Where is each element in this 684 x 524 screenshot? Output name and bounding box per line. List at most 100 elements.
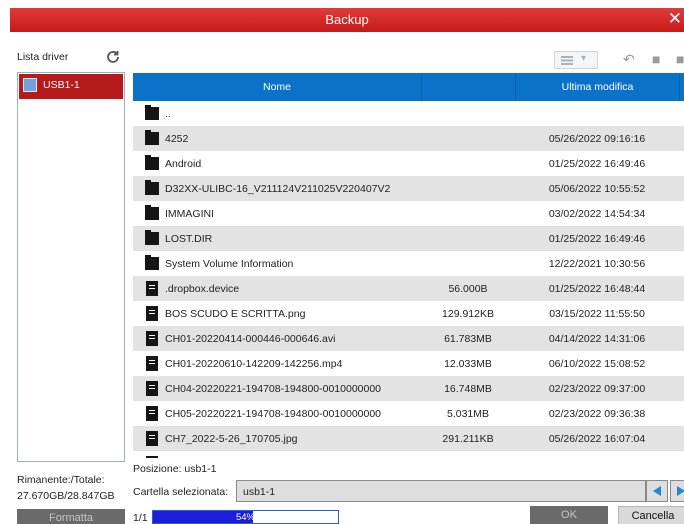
file-name: System Volume Information <box>165 258 294 270</box>
column-header-name[interactable]: Nome <box>133 73 421 101</box>
chevron-down-icon: ▾ <box>581 53 587 64</box>
file-name: CH7_2022-5-26_170705.jpg <box>165 433 298 445</box>
file-name: CH01-20220414-000446-000646.avi <box>165 333 336 345</box>
table-row[interactable]: .. <box>133 101 684 126</box>
remaining-label: Rimanente:/Totale: <box>17 474 105 486</box>
window-title: Backup <box>325 12 369 27</box>
table-row[interactable]: CH05-20220221-194708-194800-0010000000 5.… <box>133 401 684 426</box>
file-size: 56.000B <box>448 283 488 295</box>
selected-folder-field[interactable]: usb1-1 <box>236 480 646 502</box>
file-name: .dropbox.device <box>165 283 240 295</box>
file-modified: 03/15/2022 11:55:50 <box>549 308 645 320</box>
file-name: 4252 <box>165 133 189 145</box>
file-icon <box>146 456 158 458</box>
close-icon[interactable]: ✕ <box>668 10 682 28</box>
table-row[interactable]: IMMAGINI 03/02/2022 14:54:34 <box>133 201 684 226</box>
file-modified: 05/26/2022 16:07:04 <box>548 433 646 445</box>
file-size: 16.748MB <box>444 383 492 395</box>
arrow-right-icon <box>677 486 684 496</box>
ok-button[interactable]: OK <box>530 506 608 524</box>
refresh-icon[interactable] <box>105 49 121 65</box>
table-row[interactable]: CH04-20220221-194708-194800-0010000000 16… <box>133 376 684 401</box>
delete-icon[interactable]: ■ <box>676 51 684 67</box>
file-name: D32XX-ULIBC-16_V211124V211025V220407V2 <box>165 183 391 195</box>
folder-icon <box>145 130 159 145</box>
table-row[interactable]: 4252 05/26/2022 09:16:16 <box>133 126 684 151</box>
folder-icon <box>145 205 159 220</box>
file-name: .. <box>165 108 171 120</box>
file-modified: 01/25/2022 16:49:46 <box>548 233 646 245</box>
drive-list: USB1-1 <box>17 72 125 462</box>
file-table: Nome Ultima modifica .. 4252 05/26/2022 09… <box>133 73 684 458</box>
list-view-icon <box>561 56 573 65</box>
file-modified: 02/23/2022 09:36:38 <box>548 408 646 420</box>
file-icon <box>146 381 158 396</box>
progress-bar: 54% <box>152 510 339 524</box>
file-name: CH04-20220221-194708-194800-0010000000 <box>165 383 382 395</box>
table-row[interactable]: System Volume Information 12/22/2021 10:3… <box>133 251 684 276</box>
file-name: LOST.DIR <box>165 233 213 245</box>
file-size: 12.033MB <box>444 358 492 370</box>
drive-item-usb1-1[interactable]: USB1-1 <box>19 74 123 99</box>
table-row[interactable]: CH01-20220414-000446-000646.avi 61.783MB 0… <box>133 326 684 351</box>
folder-icon <box>145 105 159 120</box>
table-row[interactable]: BOS SCUDO E SCRITTA.png 129.912KB 03/15/20… <box>133 301 684 326</box>
cancel-button[interactable]: Cancella <box>618 506 684 524</box>
page-indicator: 1/1 <box>133 512 148 524</box>
file-icon <box>146 356 158 371</box>
file-name: CH05-20220221-194708-194800-0010000000 <box>165 408 382 420</box>
file-size: 61.783MB <box>444 333 492 345</box>
title-bar: Backup ✕ <box>10 8 684 32</box>
table-row[interactable]: LOST.DIR 01/25/2022 16:49:46 <box>133 226 684 251</box>
file-modified: 03/02/2022 14:54:34 <box>548 208 646 220</box>
format-button[interactable]: Formatta <box>17 509 125 524</box>
column-header-size[interactable] <box>421 73 515 101</box>
folder-icon <box>145 180 159 195</box>
next-button[interactable] <box>670 480 684 502</box>
drive-list-label: Lista driver <box>17 51 69 63</box>
folder-icon <box>145 230 159 245</box>
file-modified: 06/10/2022 15:08:52 <box>548 358 646 370</box>
file-size: 5.031MB <box>446 408 490 420</box>
drive-item-label: USB1-1 <box>43 79 80 91</box>
folder-icon <box>145 155 159 170</box>
view-mode-dropdown[interactable]: ▾ <box>554 51 598 69</box>
file-modified: 12/22/2021 10:30:56 <box>548 258 646 270</box>
file-name: IMMAGINI <box>165 208 214 220</box>
file-name: CH01-20220610-142209-142256.mp4 <box>165 358 343 370</box>
file-icon <box>146 306 158 321</box>
file-icon <box>146 431 158 446</box>
file-name: BOS SCUDO E SCRITTA.png <box>165 308 306 320</box>
copy-icon[interactable]: ■ <box>652 51 660 67</box>
file-size: 129.912KB <box>442 308 494 320</box>
table-row[interactable]: CH01-20220610-142209-142256.mp4 12.033MB 0… <box>133 351 684 376</box>
column-header-modified[interactable]: Ultima modifica <box>515 73 679 101</box>
table-row[interactable] <box>133 451 684 458</box>
current-path: Posizione: usb1-1 <box>133 463 217 475</box>
file-modified: 02/23/2022 09:37:00 <box>548 383 646 395</box>
arrow-left-icon <box>653 486 661 496</box>
file-modified: 01/25/2022 16:48:44 <box>548 283 646 295</box>
file-icon <box>146 406 158 421</box>
column-header-filler <box>679 73 684 101</box>
file-modified: 05/06/2022 10:55:52 <box>548 183 646 195</box>
file-icon <box>146 331 158 346</box>
selected-folder-label: Cartella selezionata: <box>133 486 229 498</box>
file-icon <box>146 281 158 296</box>
back-icon[interactable]: ↶ <box>623 51 635 68</box>
file-name: Android <box>165 158 202 170</box>
table-row[interactable]: CH7_2022-5-26_170705.jpg 291.211KB 05/26/2… <box>133 426 684 451</box>
progress-text: 54% <box>235 512 255 523</box>
file-modified: 05/26/2022 09:16:16 <box>548 133 646 145</box>
remaining-value: 27.670GB/28.847GB <box>17 490 115 502</box>
table-row[interactable]: .dropbox.device 56.000B 01/25/2022 16:48:4… <box>133 276 684 301</box>
table-row[interactable]: D32XX-ULIBC-16_V211124V211025V220407V2 05… <box>133 176 684 201</box>
file-modified: 01/25/2022 16:49:46 <box>548 158 646 170</box>
selected-folder-value: usb1-1 <box>243 486 276 498</box>
table-row[interactable]: Android 01/25/2022 16:49:46 <box>133 151 684 176</box>
file-modified: 04/14/2022 14:31:06 <box>548 333 646 345</box>
usb-icon <box>23 78 37 92</box>
folder-icon <box>145 255 159 270</box>
prev-button[interactable] <box>646 480 668 502</box>
table-header: Nome Ultima modifica <box>133 73 684 101</box>
